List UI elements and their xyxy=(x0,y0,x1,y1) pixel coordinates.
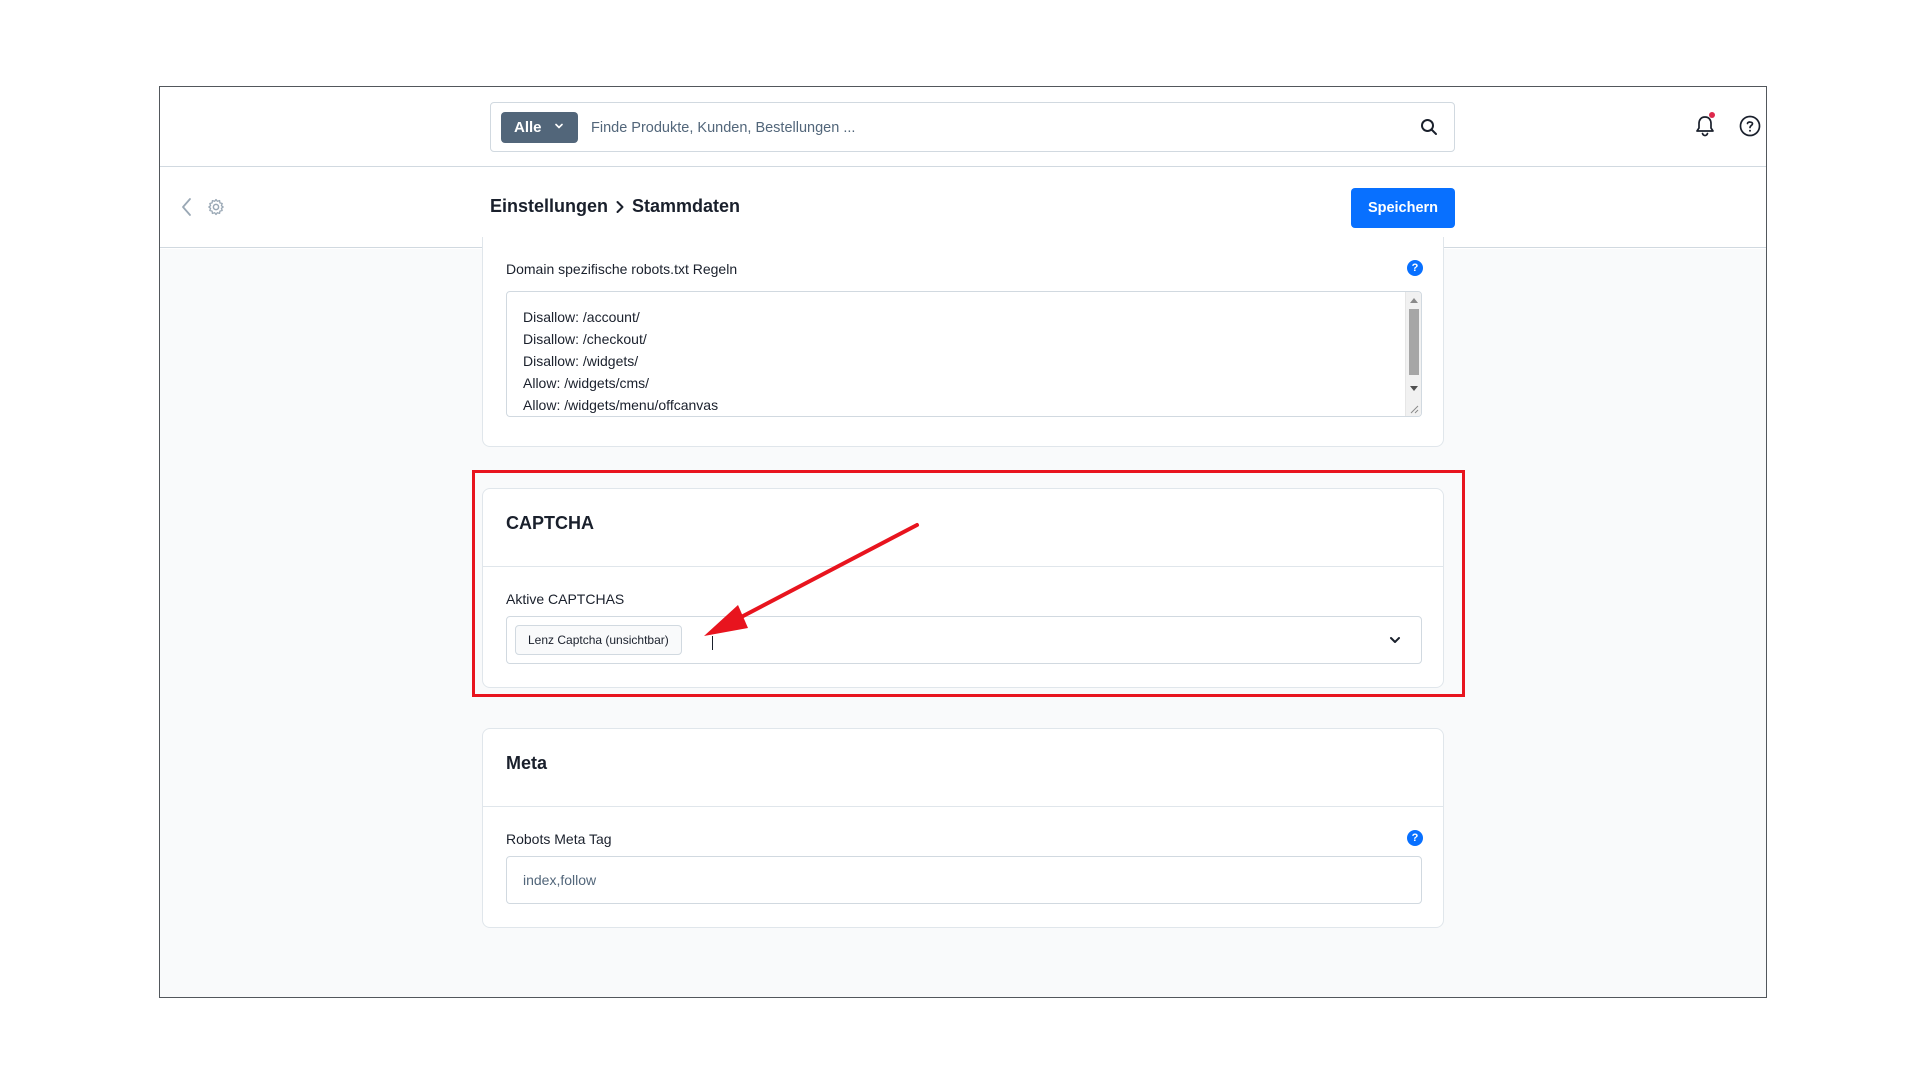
scroll-up-arrow-icon[interactable] xyxy=(1410,298,1418,303)
captcha-field-label: Aktive CAPTCHAS xyxy=(506,591,625,607)
search-icon[interactable] xyxy=(1420,118,1438,136)
search-scope-dropdown[interactable]: Alle xyxy=(501,112,578,143)
robots-line: Allow: /widgets/cms/ xyxy=(523,375,650,391)
captcha-multiselect[interactable]: Lenz Captcha (unsichtbar) xyxy=(506,616,1422,664)
app-window: Alle Einstellungen Stammdaten Speichern … xyxy=(159,86,1767,998)
robots-card: Domain spezifische robots.txt Regeln ? D… xyxy=(482,237,1444,447)
back-arrow-icon[interactable] xyxy=(180,196,194,218)
save-button[interactable]: Speichern xyxy=(1351,188,1455,228)
notifications-button[interactable] xyxy=(1694,112,1716,143)
robots-line: Disallow: /widgets/ xyxy=(523,353,639,369)
breadcrumb: Einstellungen Stammdaten xyxy=(490,196,740,217)
scroll-down-arrow-icon[interactable] xyxy=(1410,386,1418,391)
captcha-card: CAPTCHA Aktive CAPTCHAS Lenz Captcha (un… xyxy=(482,488,1444,688)
smart-bar: Einstellungen Stammdaten Speichern xyxy=(160,168,1766,248)
meta-card: Meta Robots Meta Tag ? xyxy=(482,728,1444,928)
robots-field-label: Domain spezifische robots.txt Regeln xyxy=(506,261,738,277)
help-circle-icon xyxy=(1739,115,1761,137)
robots-line: Allow: /widgets/menu/offcanvas xyxy=(523,397,719,413)
chevron-down-icon[interactable] xyxy=(1389,635,1401,645)
robots-lines: Disallow: /account/ Disallow: /checkout/… xyxy=(523,306,718,416)
question-badge-icon[interactable]: ? xyxy=(1407,830,1423,846)
robots-line: Disallow: /checkout/ xyxy=(523,331,647,347)
captcha-card-title: CAPTCHA xyxy=(506,513,594,533)
robots-textarea[interactable]: Disallow: /account/ Disallow: /checkout/… xyxy=(506,291,1422,417)
meta-card-title: Meta xyxy=(506,753,548,773)
chevron-right-icon xyxy=(616,200,624,213)
card-divider xyxy=(483,806,1443,807)
search-scope-label: Alle xyxy=(514,119,542,136)
help-button[interactable] xyxy=(1738,114,1762,143)
breadcrumb-current: Stammdaten xyxy=(632,196,741,216)
robots-line: Disallow: /account/ xyxy=(523,309,640,325)
global-search: Alle xyxy=(490,102,1455,152)
scrollbar-thumb[interactable] xyxy=(1409,309,1419,375)
chevron-down-icon xyxy=(555,123,563,129)
question-badge-icon[interactable]: ? xyxy=(1407,260,1423,276)
gear-icon[interactable] xyxy=(207,198,225,216)
text-cursor xyxy=(712,636,713,650)
textarea-scrollbar[interactable] xyxy=(1405,292,1421,416)
settings-content[interactable]: Domain spezifische robots.txt Regeln ? D… xyxy=(160,237,1766,997)
robots-meta-input[interactable] xyxy=(506,856,1422,904)
notification-dot xyxy=(1709,112,1715,118)
robots-meta-label: Robots Meta Tag xyxy=(506,831,612,847)
selected-captcha-tag[interactable]: Lenz Captcha (unsichtbar) xyxy=(515,625,682,655)
top-bar: Alle xyxy=(160,87,1766,167)
breadcrumb-parent[interactable]: Einstellungen xyxy=(490,196,608,217)
search-input[interactable] xyxy=(591,112,1371,143)
card-divider xyxy=(483,566,1443,567)
resize-handle-icon[interactable] xyxy=(1409,404,1419,414)
